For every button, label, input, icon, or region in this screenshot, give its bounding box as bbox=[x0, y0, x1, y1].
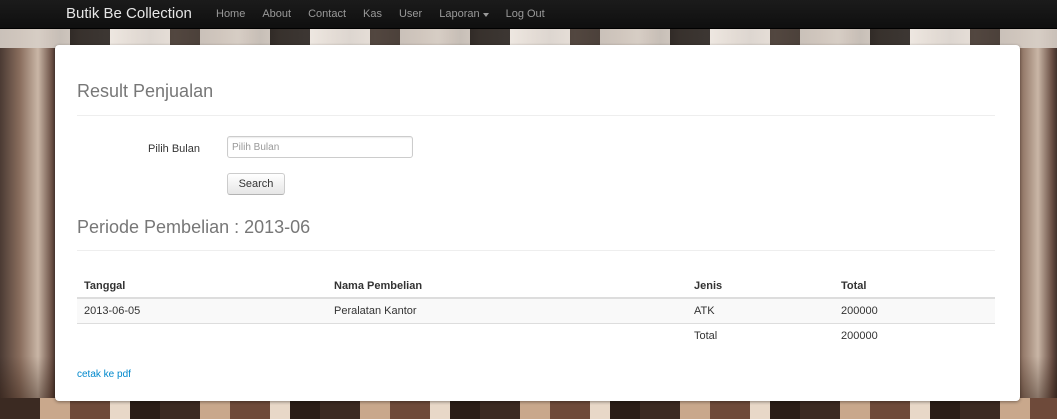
table-cell bbox=[327, 323, 687, 348]
table-row: 2013-06-05 Peralatan Kantor ATK 200000 bbox=[77, 297, 995, 324]
top-navbar: Butik Be Collection Home About Contact K… bbox=[0, 0, 1057, 29]
nav-item-label: Home bbox=[216, 8, 246, 20]
table-total-row: Total 200000 bbox=[77, 323, 995, 348]
brand-link[interactable]: Butik Be Collection bbox=[66, 5, 192, 22]
divider bbox=[77, 250, 995, 251]
period-heading: Periode Pembelian : 2013-06 bbox=[77, 217, 311, 237]
nav-item-label: User bbox=[398, 8, 423, 20]
table-cell bbox=[77, 323, 327, 348]
content-panel: Result Penjualan Pilih Bulan Search Peri… bbox=[55, 45, 1020, 401]
nav-item-label: Log Out bbox=[505, 8, 545, 20]
caret-down-icon bbox=[482, 12, 489, 17]
divider bbox=[77, 115, 995, 116]
pilih-bulan-label: Pilih Bulan bbox=[148, 143, 200, 155]
nav-item-label: Kas bbox=[363, 8, 382, 20]
nav-menu: Home About Contact Kas User Laporan Log … bbox=[216, 0, 562, 28]
background-photo-bottom bbox=[0, 398, 1057, 419]
table-cell: Peralatan Kantor bbox=[327, 297, 687, 324]
nav-item-laporan-dropdown[interactable]: Laporan bbox=[439, 8, 489, 20]
table-header-row: Tanggal Nama Pembelian Jenis Total bbox=[77, 275, 995, 299]
column-header: Nama Pembelian bbox=[327, 275, 687, 299]
nav-item-logout[interactable]: Log Out bbox=[506, 8, 545, 20]
export-pdf-link[interactable]: cetak ke pdf bbox=[77, 369, 131, 380]
nav-item-home[interactable]: Home bbox=[216, 8, 245, 20]
total-label: Total bbox=[687, 323, 834, 348]
table-cell: 200000 bbox=[834, 297, 995, 324]
table-cell: 2013-06-05 bbox=[77, 297, 327, 324]
nav-item-user[interactable]: User bbox=[399, 8, 422, 20]
nav-item-kas[interactable]: Kas bbox=[363, 8, 382, 20]
nav-item-label: About bbox=[262, 8, 292, 20]
purchase-table: Tanggal Nama Pembelian Jenis Total 2013-… bbox=[77, 275, 995, 348]
table-cell: ATK bbox=[687, 297, 834, 324]
page-title: Result Penjualan bbox=[77, 81, 214, 101]
column-header: Tanggal bbox=[77, 275, 327, 299]
column-header: Jenis bbox=[687, 275, 834, 299]
column-header: Total bbox=[834, 275, 995, 299]
pilih-bulan-input[interactable] bbox=[227, 136, 413, 158]
search-button[interactable]: Search bbox=[227, 173, 285, 195]
nav-item-about[interactable]: About bbox=[262, 8, 291, 20]
nav-item-label: Contact bbox=[308, 8, 347, 20]
total-value: 200000 bbox=[834, 323, 995, 348]
nav-item-contact[interactable]: Contact bbox=[308, 8, 346, 20]
nav-item-label: Laporan bbox=[439, 8, 480, 20]
